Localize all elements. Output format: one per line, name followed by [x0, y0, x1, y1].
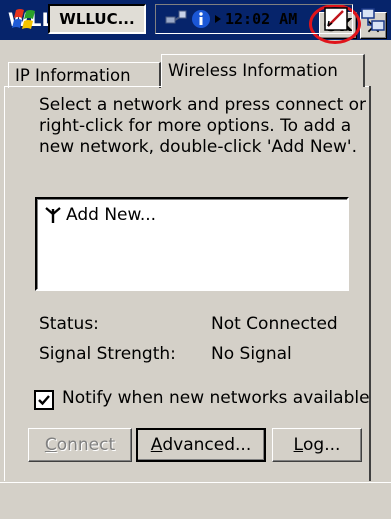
connect-access-key: C — [44, 435, 57, 455]
clock[interactable]: 12:02 AM — [225, 10, 297, 28]
status-value: Not Connected — [211, 314, 338, 334]
signal-strength-label: Signal Strength: — [39, 344, 176, 364]
network-list[interactable]: Add New... — [35, 197, 349, 291]
signal-strength-value: No Signal — [211, 344, 292, 364]
advanced-button[interactable]: Advanced... — [136, 428, 266, 462]
tab-wireless-information[interactable]: Wireless Information — [161, 54, 365, 87]
taskbar — [0, 482, 391, 519]
notify-label[interactable]: Notify when new networks available — [62, 388, 370, 408]
windows-start-icon[interactable] — [12, 7, 38, 31]
checkmark-icon — [38, 395, 50, 406]
advanced-label: dvanced... — [162, 435, 252, 455]
log-button[interactable]: Log... — [272, 428, 362, 462]
connect-button[interactable]: Connect — [28, 428, 132, 462]
info-icon[interactable] — [191, 9, 211, 29]
tab-ip-information[interactable]: IP Information — [8, 62, 161, 88]
advanced-access-key: A — [150, 435, 163, 455]
connect-label: onnect — [56, 435, 116, 455]
connectivity-icon[interactable] — [165, 9, 187, 29]
expand-arrow-icon[interactable] — [214, 14, 222, 24]
taskbar-app-button[interactable]: WLLUC... — [48, 4, 146, 34]
log-access-key: L — [293, 435, 304, 455]
input-panel-icon[interactable] — [324, 7, 348, 31]
instructions-text: Select a network and press connect or ri… — [39, 95, 367, 157]
network-label: Add New... — [66, 205, 157, 225]
list-item-add-new[interactable]: Add New... — [44, 205, 156, 225]
notify-checkbox[interactable] — [34, 390, 54, 410]
network-status-icon[interactable] — [360, 7, 388, 33]
status-label: Status: — [39, 314, 99, 334]
antenna-icon — [45, 207, 61, 223]
log-label: og... — [303, 435, 341, 455]
